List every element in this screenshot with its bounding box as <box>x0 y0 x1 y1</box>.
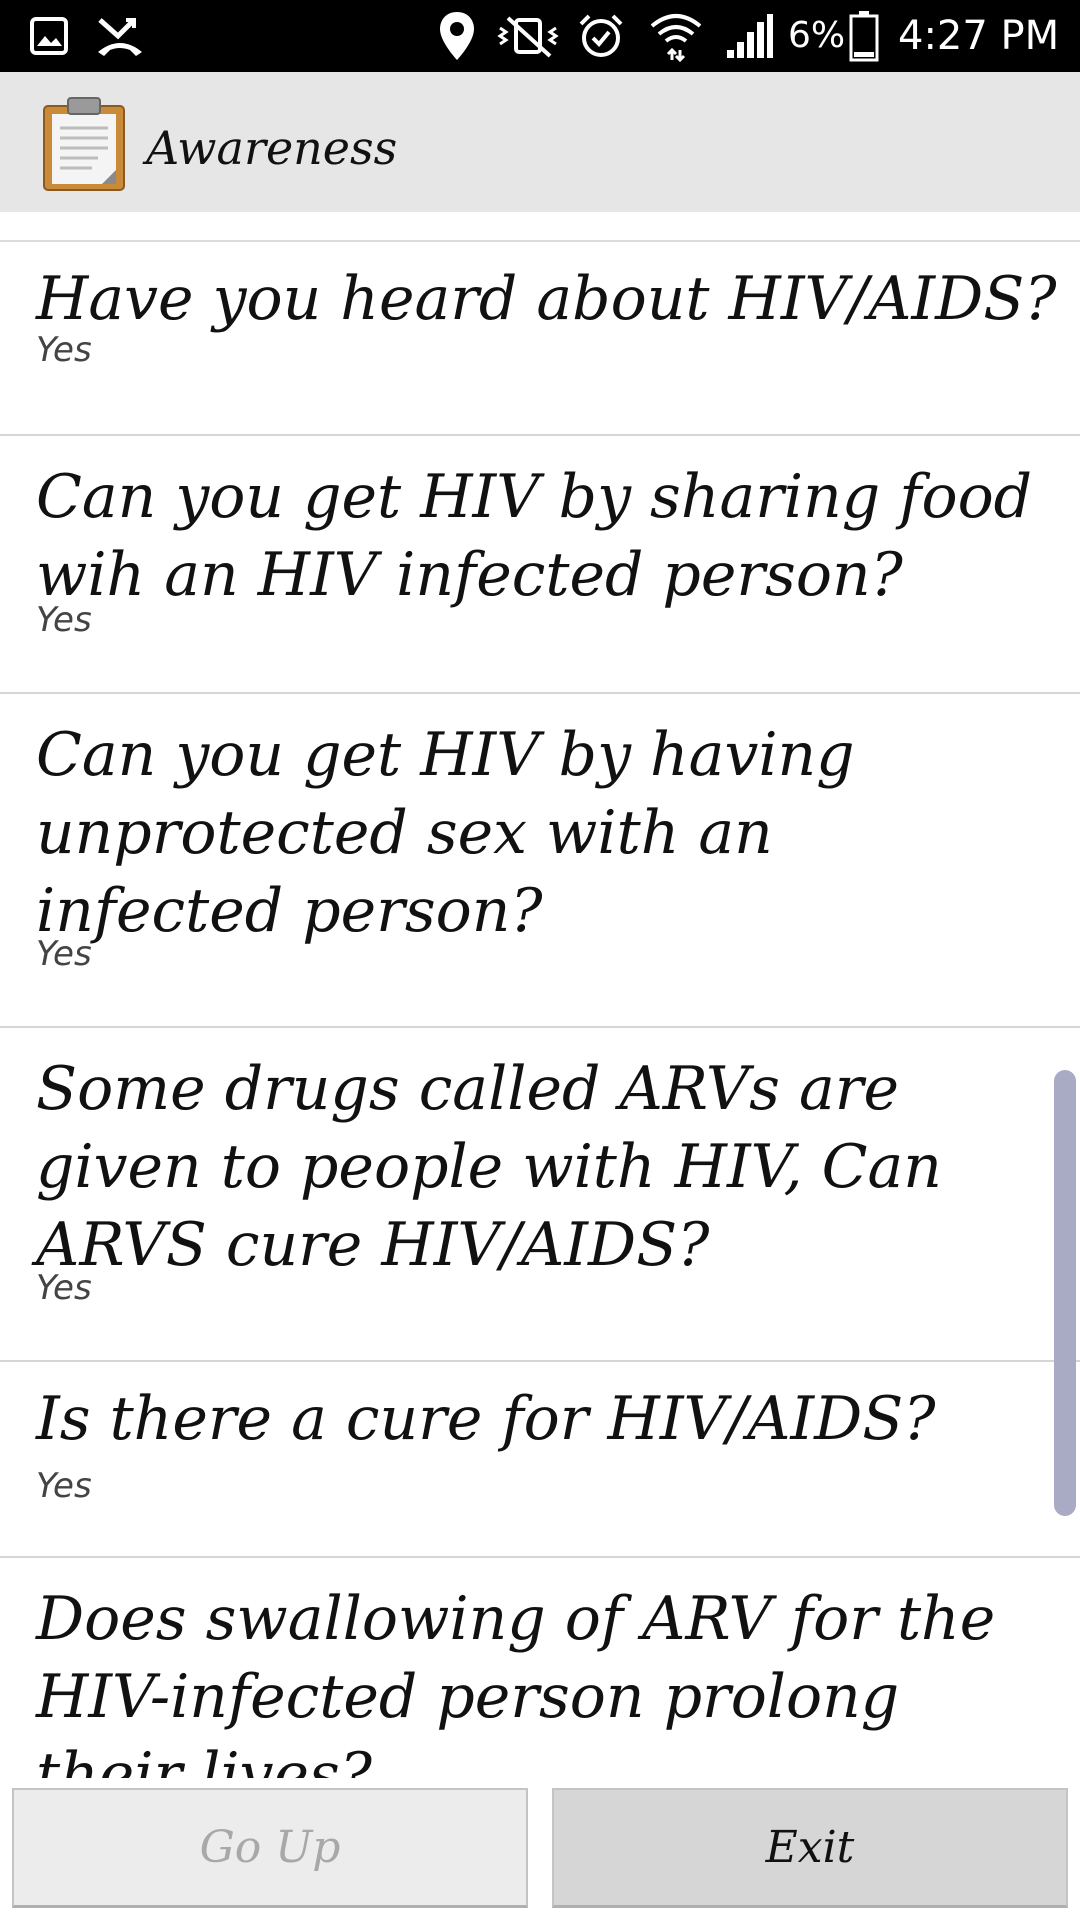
go-up-button[interactable]: Go Up <box>12 1788 528 1908</box>
clipboard-icon <box>42 96 126 192</box>
exit-button[interactable]: Exit <box>552 1788 1068 1908</box>
answer-text: Yes <box>36 600 92 640</box>
clock: 4:27 PM <box>898 13 1060 59</box>
answer-text: Yes <box>36 1268 92 1308</box>
question-text: Can you get HIV by having unprotected se… <box>36 720 855 946</box>
list-item[interactable]: Some drugs called ARVs are given to peop… <box>0 1028 1080 1362</box>
vibrate-mute-icon <box>492 10 564 62</box>
signal-icon <box>722 10 776 62</box>
list-item[interactable]: Does swallowing of ARV for the HIV-infec… <box>0 1558 1080 1778</box>
button-bar: Go Up Exit <box>0 1778 1080 1920</box>
gallery-icon <box>22 10 76 62</box>
list-item[interactable]: Have you heard about HIV/AIDS? Yes <box>0 242 1080 436</box>
question-text: Does swallowing of ARV for the HIV-infec… <box>36 1584 996 1778</box>
action-bar: Awareness <box>0 72 1080 212</box>
battery-percent: 6% <box>788 15 846 56</box>
list-item[interactable]: Can you get HIV by sharing food wih an H… <box>0 436 1080 694</box>
missed-call-icon <box>92 10 148 62</box>
scrollbar[interactable] <box>1054 1070 1076 1516</box>
answer-text: Yes <box>36 330 92 370</box>
location-icon <box>432 10 482 62</box>
alarm-icon <box>574 10 628 62</box>
wifi-icon <box>646 10 706 62</box>
question-text: Have you heard about HIV/AIDS? <box>36 264 1057 334</box>
question-list[interactable]: Have you heard about HIV/AIDS? Yes Can y… <box>0 212 1080 1778</box>
list-item[interactable]: Can you get HIV by having unprotected se… <box>0 694 1080 1028</box>
answer-text: Yes <box>36 1466 92 1506</box>
status-bar: 6% 4:27 PM <box>0 0 1080 72</box>
page-title: Awareness <box>146 121 398 175</box>
question-text: Can you get HIV by sharing food wih an H… <box>36 462 1033 610</box>
question-text: Some drugs called ARVs are given to peop… <box>36 1054 942 1280</box>
question-text: Is there a cure for HIV/AIDS? <box>36 1384 936 1454</box>
battery-icon <box>846 10 882 62</box>
list-item[interactable]: Is there a cure for HIV/AIDS? Yes <box>0 1362 1080 1558</box>
answer-text: Yes <box>36 934 92 974</box>
